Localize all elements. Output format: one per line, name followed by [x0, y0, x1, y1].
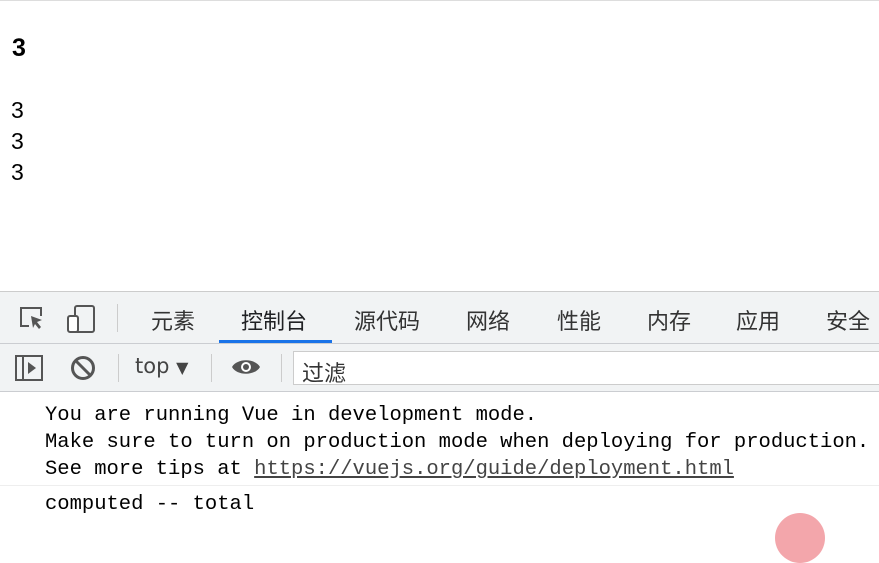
page-top-border	[0, 0, 879, 1]
page-lines: 3 3 3	[11, 95, 24, 188]
deployment-link[interactable]: https://vuejs.org/guide/deployment.html	[254, 458, 734, 481]
console-toolbar: top ▼ 过滤	[0, 344, 879, 392]
divider	[281, 354, 282, 382]
tab-memory[interactable]: 内存	[647, 304, 691, 336]
message-line: You are running Vue in development mode.	[45, 404, 538, 427]
message-text: See more tips at	[45, 458, 255, 481]
divider	[118, 354, 119, 382]
dropdown-arrow-icon: ▼	[176, 358, 189, 377]
console-output: You are running Vue in development mode.…	[0, 392, 879, 518]
clear-console-icon[interactable]	[70, 355, 96, 381]
page-heading: 3	[12, 34, 26, 62]
tab-application[interactable]: 应用	[736, 304, 780, 336]
sidebar-toggle-icon[interactable]	[15, 355, 43, 381]
floating-badge[interactable]	[775, 513, 825, 563]
live-expression-eye-icon[interactable]	[231, 357, 261, 377]
device-toolbar-icon[interactable]	[66, 304, 96, 334]
divider	[211, 354, 212, 382]
context-selector[interactable]: top ▼	[135, 354, 188, 378]
tab-security[interactable]: 安全	[826, 304, 870, 336]
message-line: Make sure to turn on production mode whe…	[45, 431, 870, 454]
tab-sources[interactable]: 源代码	[354, 304, 420, 336]
console-log: computed -- total	[45, 493, 255, 516]
divider	[117, 304, 118, 332]
context-label: top	[135, 354, 170, 378]
devtools-panel: 元素 控制台 源代码 网络 性能 内存 应用 安全 top ▼ 过滤 You a…	[0, 291, 879, 518]
devtools-tabbar: 元素 控制台 源代码 网络 性能 内存 应用 安全	[0, 292, 879, 344]
tab-performance[interactable]: 性能	[557, 304, 601, 336]
active-tab-indicator	[219, 340, 332, 343]
console-message: You are running Vue in development mode.…	[0, 392, 879, 486]
tab-console[interactable]: 控制台	[241, 304, 307, 336]
tab-elements[interactable]: 元素	[151, 304, 195, 336]
inspect-element-icon[interactable]	[18, 304, 46, 332]
message-line: See more tips at https://vuejs.org/guide…	[45, 456, 879, 483]
filter-input[interactable]: 过滤	[293, 351, 879, 387]
line: 3	[11, 159, 24, 185]
line: 3	[11, 128, 24, 154]
tab-network[interactable]: 网络	[466, 304, 510, 336]
line: 3	[11, 97, 24, 123]
